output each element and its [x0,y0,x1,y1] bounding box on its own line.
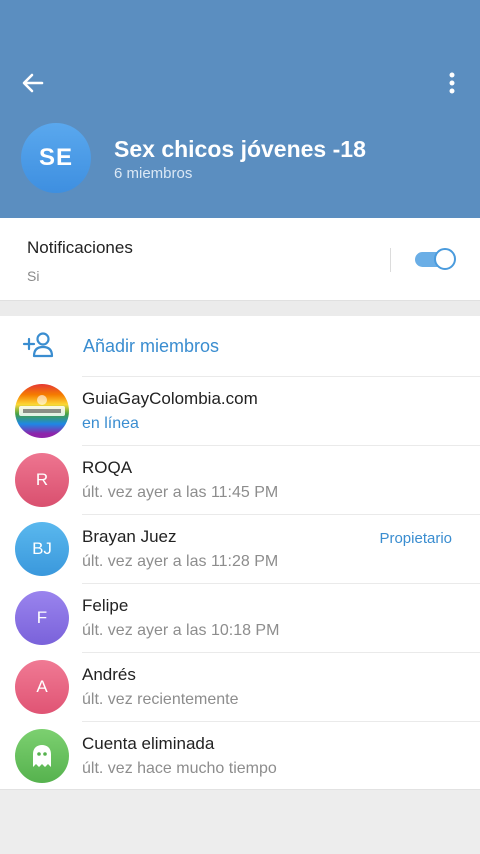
ghost-icon [33,745,51,767]
notifications-label: Notificaciones [27,238,133,257]
more-vert-icon [449,72,455,94]
more-options-button[interactable] [436,66,468,100]
member-name: Andrés [82,665,136,684]
member-status: últ. vez ayer a las 10:18 PM [82,622,280,639]
notifications-value: Si [27,268,40,284]
row-separator [82,445,480,446]
member-name: Brayan Juez [82,527,177,546]
member-row[interactable]: R ROQA últ. vez ayer a las 11:45 PM [0,445,480,514]
owner-badge: Propietario [379,530,452,547]
member-status: últ. vez ayer a las 11:28 PM [82,553,279,570]
row-separator [82,514,480,515]
rainbow-logo-icon [19,395,65,416]
member-status: últ. vez ayer a las 11:45 PM [82,484,279,501]
group-title: Sex chicos jóvenes -18 [114,136,366,162]
member-name: Felipe [82,596,129,615]
row-separator [82,721,480,722]
add-members-button[interactable]: Añadir miembros [0,316,480,376]
member-avatar: F [15,591,69,645]
member-avatar: A [15,660,69,714]
toggle-knob [434,248,456,270]
empty-area [0,789,480,854]
divider [390,248,391,272]
member-count: 6 miembros [114,165,193,182]
member-avatar [15,384,69,438]
member-name: Cuenta eliminada [82,734,215,753]
notifications-toggle[interactable] [415,248,456,270]
member-row[interactable]: BJ Brayan Juez últ. vez ayer a las 11:28… [0,514,480,583]
member-row[interactable]: GuiaGayColombia.com en línea [0,376,480,445]
row-separator [82,652,480,653]
back-button[interactable] [14,66,52,100]
member-name: GuiaGayColombia.com [82,389,258,408]
member-row[interactable]: F Felipe últ. vez ayer a las 10:18 PM [0,583,480,652]
member-avatar: R [15,453,69,507]
members-list: Añadir miembros GuiaGayColombia.com en l… [0,316,480,789]
section-gap [0,300,480,316]
member-status: en línea [82,415,139,432]
member-status: últ. vez recientemente [82,691,239,708]
group-avatar[interactable]: SE [21,123,91,193]
member-status: últ. vez hace mucho tiempo [82,760,277,777]
member-name: ROQA [82,458,133,477]
member-avatar: BJ [15,522,69,576]
add-user-icon [22,332,54,358]
member-row[interactable]: A Andrés últ. vez recientemente [0,652,480,721]
row-separator [82,583,480,584]
group-header: SE Sex chicos jóvenes -18 6 miembros [0,0,480,218]
back-arrow-icon [22,73,44,93]
member-avatar [15,729,69,783]
notifications-row[interactable]: Notificaciones Si [0,218,480,300]
member-row[interactable]: Cuenta eliminada últ. vez hace mucho tie… [0,721,480,790]
add-members-label: Añadir miembros [83,336,220,356]
row-separator [82,376,480,377]
